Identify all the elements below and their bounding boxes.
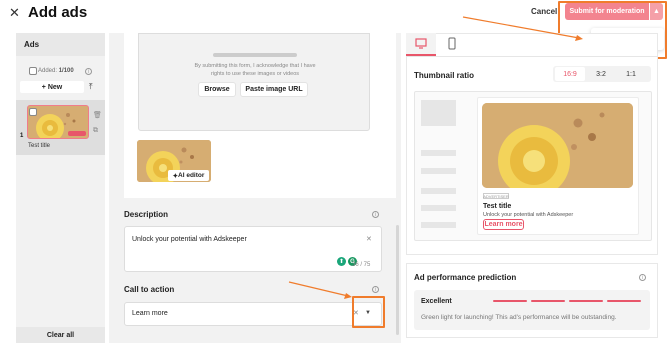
skeleton-line <box>421 150 456 156</box>
character-counter: 36 / 75 <box>352 262 371 268</box>
info-icon[interactable]: i <box>372 211 379 218</box>
scrollbar[interactable] <box>396 225 399 335</box>
grammar-assist-icon[interactable]: ⬆ <box>337 257 346 266</box>
performance-message: Green light for launching! This ad's per… <box>421 314 617 321</box>
rating-segment <box>531 300 565 302</box>
description-value[interactable]: Unlock your potential with Adskeeper <box>132 236 247 243</box>
ai-editor-label: AI editor <box>178 172 205 179</box>
preview-title: Test title <box>483 203 512 210</box>
ads-panel <box>16 33 105 343</box>
clear-description-icon[interactable]: ✕ <box>366 235 372 243</box>
select-all-checkbox[interactable] <box>29 67 37 75</box>
description-label: Description <box>124 210 169 219</box>
ratio-3-2[interactable]: 3:2 <box>589 67 613 81</box>
rating-segment <box>607 300 641 302</box>
ratio-1-1[interactable]: 1:1 <box>619 67 643 81</box>
preview-image <box>482 103 633 188</box>
desktop-icon <box>415 38 427 49</box>
ai-editor-button[interactable]: ✦ AI editor <box>168 170 209 181</box>
cta-value[interactable]: Learn more <box>132 310 168 317</box>
rating-segment <box>493 300 527 302</box>
added-label: Added: <box>38 68 58 74</box>
close-icon[interactable]: ✕ <box>9 5 20 21</box>
performance-label: Ad performance prediction <box>414 273 517 282</box>
skeleton-block <box>421 100 456 126</box>
ratio-16-9[interactable]: 16:9 <box>555 67 585 81</box>
ad-item-title: Test title <box>28 143 51 149</box>
tab-desktop[interactable] <box>406 33 436 56</box>
preview-description: Unlock your potential with Adskeeper <box>483 212 574 218</box>
skeleton-line <box>421 205 456 211</box>
added-count: 1/100 <box>58 68 74 74</box>
skeleton-line <box>421 188 456 194</box>
preview-image-graphic <box>482 103 633 188</box>
preview-cta-button: Learn more <box>483 219 524 230</box>
thumbnail-ratio-label: Thumbnail ratio <box>414 71 474 80</box>
dropzone-heading-cut <box>213 53 297 57</box>
ads-heading: Ads <box>16 33 105 56</box>
browse-button[interactable]: Browse <box>198 82 236 97</box>
upload-icon[interactable]: ⤒ <box>89 82 93 92</box>
info-icon[interactable]: i <box>372 286 379 293</box>
highlight-box <box>352 296 385 328</box>
info-icon[interactable]: i <box>639 274 646 281</box>
cancel-button[interactable]: Cancel <box>531 7 557 16</box>
consent-text: By submitting this form, I acknowledge t… <box>194 63 316 77</box>
rating-segment <box>569 300 603 302</box>
copy-icon[interactable]: ⧉ <box>93 127 98 135</box>
status-badge <box>68 131 86 136</box>
ad-item-number: 1 <box>20 133 24 139</box>
performance-rating: Excellent <box>421 298 452 305</box>
mobile-icon <box>448 37 456 50</box>
clear-all-button[interactable]: Clear all <box>16 327 105 343</box>
tab-mobile[interactable] <box>437 33 467 56</box>
added-counter: Added: 1/100 <box>38 68 74 74</box>
tab-divider <box>406 56 658 57</box>
skeleton-line <box>421 168 456 174</box>
performance-box <box>414 290 650 330</box>
trash-icon[interactable]: 🗑 <box>93 111 102 119</box>
cta-label: Call to action <box>124 285 175 294</box>
new-ad-button[interactable]: + New <box>20 81 84 93</box>
advertiser-badge: ADVERTISER <box>483 193 509 199</box>
ad-item-checkbox[interactable] <box>29 108 37 116</box>
skeleton-line <box>421 222 456 228</box>
page-title: Add ads <box>28 4 88 21</box>
paste-url-button[interactable]: Paste image URL <box>240 82 308 97</box>
info-icon[interactable]: i <box>85 68 92 75</box>
